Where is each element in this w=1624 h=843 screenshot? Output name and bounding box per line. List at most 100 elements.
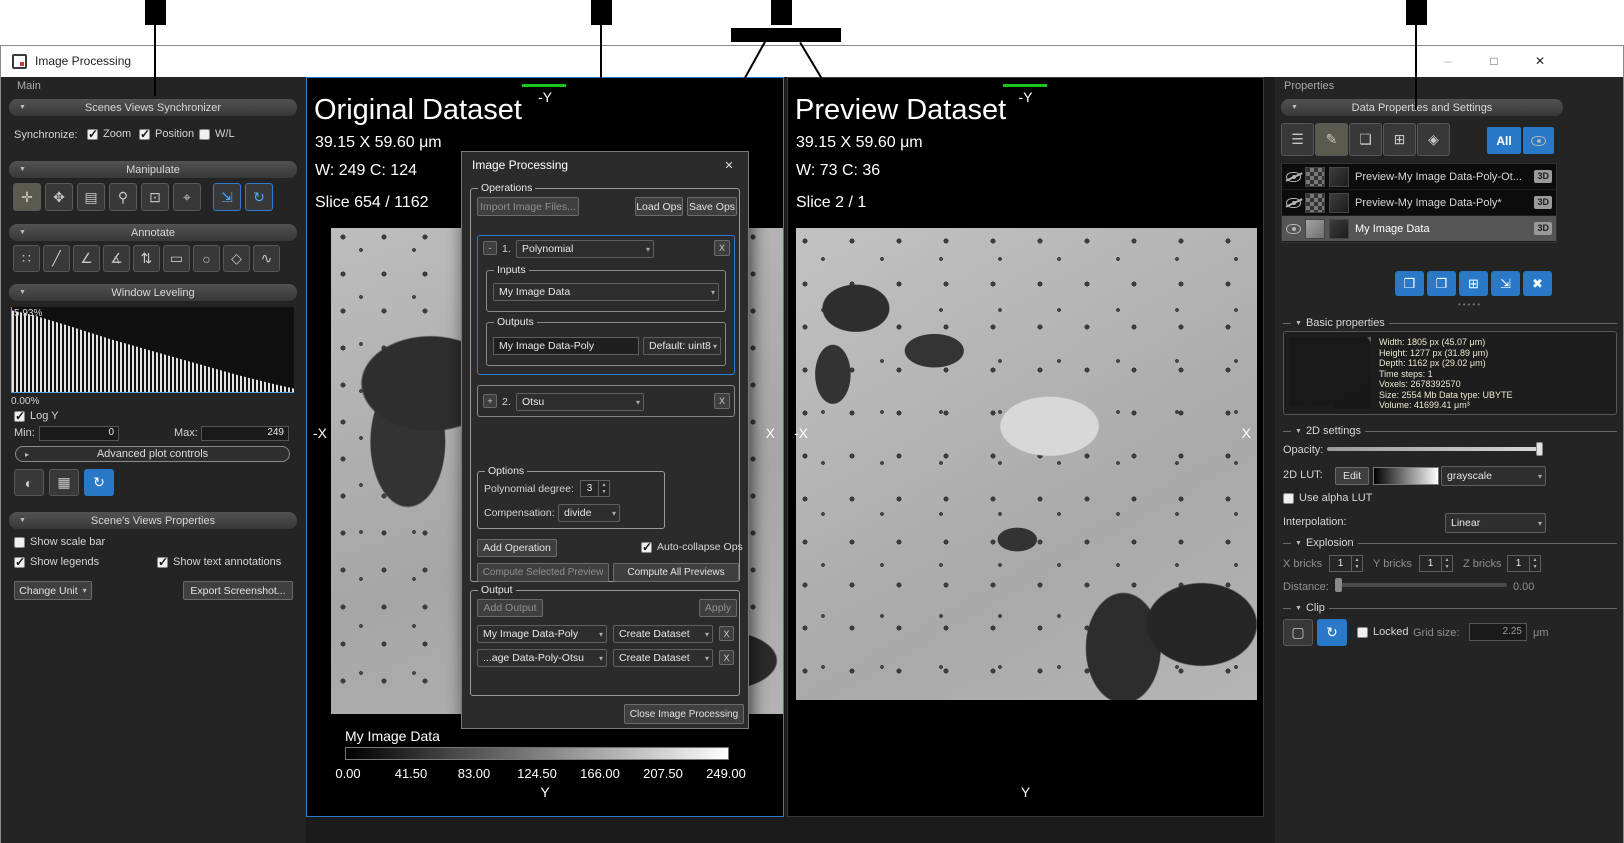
target-icon[interactable]: ⌖ [173, 183, 201, 211]
spinner-arrows[interactable]: ▲▼ [1351, 556, 1362, 571]
output-name-field[interactable]: My Image Data-Poly [493, 337, 639, 355]
spinner-arrows[interactable]: ▲▼ [1441, 556, 1452, 571]
y-bricks-spinner[interactable]: 1 ▲▼ [1419, 555, 1453, 572]
output-row-1-dataset-dropdown[interactable]: My Image Data-Poly [477, 625, 607, 643]
output-row-1-mode-dropdown[interactable]: Create Dataset [613, 625, 713, 643]
polynomial-degree-spinner[interactable]: 3 ▲▼ [580, 480, 610, 497]
new-volume-icon[interactable]: ❒ [1395, 271, 1424, 296]
compute-all-previews-button[interactable]: Compute All Previews [613, 563, 739, 582]
apply-button[interactable]: Apply [699, 599, 737, 617]
interpolation-dropdown[interactable]: Linear [1445, 513, 1546, 533]
edit-lut-button[interactable]: Edit [1335, 467, 1369, 485]
operation-2-type-dropdown[interactable]: Otsu [516, 393, 644, 411]
crosshair-icon[interactable]: ✛ [13, 183, 41, 211]
dataset-row-selected[interactable]: My Image Data 3D [1282, 216, 1556, 242]
add-dataset-icon[interactable]: ⊞ [1459, 271, 1488, 296]
preview-slice-image[interactable] [796, 228, 1257, 700]
section-header-clip[interactable]: ▼ Clip [1283, 602, 1617, 614]
visibility-off-icon[interactable] [1286, 198, 1301, 208]
layers-icon[interactable]: ❏ [1349, 123, 1382, 156]
section-header-scene-views-properties[interactable]: Scene's Views Properties [9, 512, 297, 529]
output-type-dropdown[interactable]: Default: uint8 [643, 337, 721, 355]
fit-view-icon[interactable]: ⇲ [213, 183, 241, 211]
collapse-operation-1-button[interactable]: - [483, 241, 497, 255]
section-header-scenes-views-synchronizer[interactable]: Scenes Views Synchronizer [9, 99, 297, 116]
rect-roi-icon[interactable]: ▭ [163, 245, 190, 272]
operation-1-type-dropdown[interactable]: Polynomial [516, 240, 654, 258]
x-bricks-spinner[interactable]: 1 ▲▼ [1329, 555, 1363, 572]
zoom-sync-checkbox[interactable]: Zoom [87, 128, 131, 140]
show-text-annotations-checkbox[interactable]: Show text annotations [157, 556, 281, 568]
minimize-button[interactable]: – [1425, 46, 1471, 77]
export-dataset-icon[interactable]: ⇲ [1491, 271, 1520, 296]
slider-handle[interactable] [1536, 442, 1543, 456]
pointer-mode-icon[interactable]: ◈ [1417, 123, 1450, 156]
contrast-icon[interactable]: ◐ [14, 469, 44, 496]
preview-viewport[interactable]: -Y Preview Dataset 39.15 X 59.60 μm W: 7… [787, 77, 1264, 817]
measure-pair-icon[interactable]: ⇅ [133, 245, 160, 272]
spinner-arrows[interactable]: ▲▼ [598, 481, 609, 496]
lut-dropdown[interactable]: grayscale [1441, 466, 1546, 486]
move-icon[interactable]: ✥ [45, 183, 73, 211]
dialog-titlebar[interactable]: Image Processing ✕ [462, 152, 748, 178]
section-header-basic-properties[interactable]: ▼ Basic properties [1283, 317, 1617, 329]
section-header-explosion[interactable]: ▼ Explosion [1283, 537, 1617, 549]
dataset-row[interactable]: Preview-My Image Data-Poly-Ot... 3D [1282, 164, 1556, 190]
add-operation-button[interactable]: Add Operation [477, 539, 557, 557]
compute-selected-preview-button[interactable]: Compute Selected Preview [477, 563, 609, 582]
window-leveling-histogram[interactable]: 5.93% [11, 307, 294, 393]
section-header-window-leveling[interactable]: Window Leveling [9, 284, 297, 301]
advanced-plot-controls-expander[interactable]: Advanced plot controls [15, 446, 290, 462]
points-icon[interactable]: ∷ [13, 245, 40, 272]
duplicate-dataset-icon[interactable]: ❐ [1427, 271, 1456, 296]
clip-box-icon[interactable]: ▢ [1283, 619, 1313, 646]
section-header-manipulate[interactable]: Manipulate [9, 161, 297, 178]
show-scale-bar-checkbox[interactable]: Show scale bar [14, 536, 105, 548]
output-row-2-mode-dropdown[interactable]: Create Dataset [613, 649, 713, 667]
edit-icon[interactable]: ✎ [1315, 123, 1348, 156]
close-button[interactable]: ✕ [1517, 46, 1563, 77]
global-visibility-button[interactable] [1523, 127, 1554, 154]
output-row-2-dataset-dropdown[interactable]: ...age Data-Poly-Otsu [477, 649, 607, 667]
angle-alt-icon[interactable]: ∡ [103, 245, 130, 272]
save-ops-button[interactable]: Save Ops [687, 197, 737, 216]
dataset-row[interactable]: Preview-My Image Data-Poly* 3D [1282, 190, 1556, 216]
section-header-data-properties[interactable]: Data Properties and Settings [1281, 99, 1563, 116]
remove-operation-1-button[interactable]: X [714, 240, 730, 256]
ruler-icon[interactable]: ╱ [43, 245, 70, 272]
max-input[interactable]: 249 [201, 426, 289, 441]
section-header-annotate[interactable]: Annotate [9, 224, 297, 241]
reset-leveling-icon[interactable]: ↻ [84, 469, 114, 496]
opacity-slider[interactable] [1327, 441, 1543, 457]
reset-view-icon[interactable]: ↻ [245, 183, 273, 211]
slider-handle[interactable] [1335, 578, 1342, 592]
list-view-icon[interactable]: ☰ [1281, 123, 1314, 156]
visibility-off-icon[interactable] [1286, 172, 1301, 182]
remove-operation-2-button[interactable]: X [714, 393, 730, 409]
grid-view-icon[interactable]: ⊞ [1383, 123, 1416, 156]
show-legends-checkbox[interactable]: Show legends [14, 556, 99, 568]
dialog-close-icon[interactable]: ✕ [720, 156, 738, 174]
spinner-arrows[interactable]: ▲▼ [1529, 556, 1540, 571]
input-dataset-dropdown[interactable]: My Image Data [493, 283, 719, 301]
freehand-roi-icon[interactable]: ∿ [253, 245, 280, 272]
distance-slider[interactable] [1335, 577, 1507, 593]
load-ops-button[interactable]: Load Ops [635, 197, 683, 216]
z-bricks-spinner[interactable]: 1 ▲▼ [1507, 555, 1541, 572]
zoom-icon[interactable]: ⚲ [109, 183, 137, 211]
clipboard-icon[interactable]: ▤ [77, 183, 105, 211]
position-sync-checkbox[interactable]: Position [139, 128, 194, 140]
show-all-button[interactable]: All [1487, 127, 1521, 154]
angle-icon[interactable]: ∠ [73, 245, 100, 272]
locked-checkbox[interactable]: Locked [1357, 626, 1408, 638]
log-y-checkbox[interactable]: Log Y [14, 410, 59, 422]
use-alpha-lut-checkbox[interactable]: Use alpha LUT [1283, 492, 1372, 504]
expand-operation-2-button[interactable]: + [483, 394, 497, 408]
grid-size-input[interactable]: 2.25 [1469, 623, 1527, 641]
change-unit-button[interactable]: Change Unit [14, 581, 92, 600]
select-region-icon[interactable]: ⊡ [141, 183, 169, 211]
maximize-button[interactable]: □ [1471, 46, 1517, 77]
wl-sync-checkbox[interactable]: W/L [199, 128, 235, 140]
ellipse-roi-icon[interactable]: ○ [193, 245, 220, 272]
remove-output-row-2-button[interactable]: X [719, 650, 734, 665]
